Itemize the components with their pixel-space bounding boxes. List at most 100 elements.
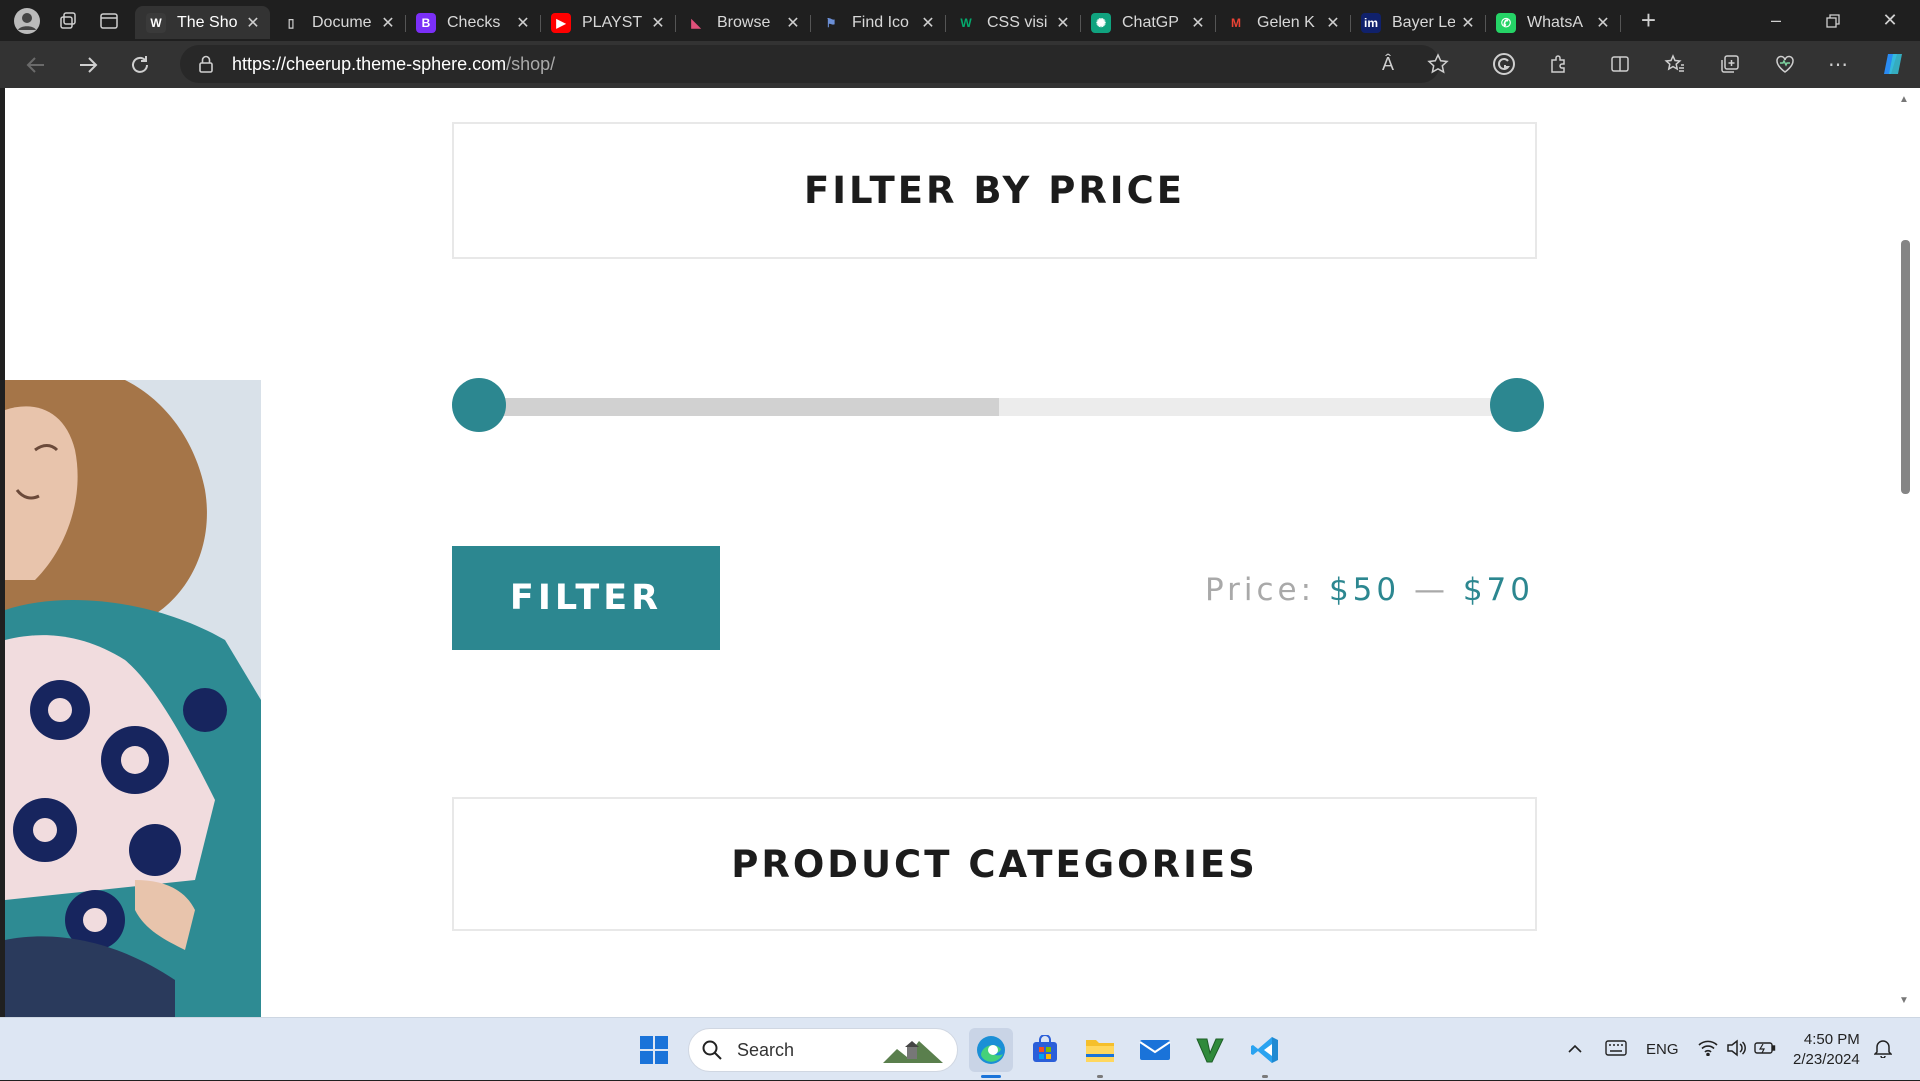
extensions-icon[interactable] [1539,44,1579,84]
show-hidden-icons-chevron-icon[interactable] [1560,1041,1590,1058]
url-path: /shop/ [506,53,556,74]
lock-icon[interactable] [180,55,232,73]
language-indicator[interactable]: ENG [1646,1041,1686,1058]
bootstrap-icon: B [416,12,436,33]
new-tab-button[interactable]: + [1628,0,1669,41]
browser-tab[interactable]: im Bayer Le ✕ [1350,6,1486,39]
close-tab-icon[interactable]: ✕ [1054,13,1072,33]
close-tab-icon[interactable]: ✕ [1324,13,1342,33]
notification-bell-icon[interactable] [1873,1038,1893,1063]
browser-tab-label: Bayer Le [1392,13,1455,31]
tab-bar: W The Sho ✕ ▯ Docume ✕ B Checks ✕ ▶ PLAYST ✕ ◣ Browse… [0,0,1920,41]
microsoft-store-icon[interactable] [1023,1028,1067,1072]
browser-tab[interactable]: ✆ WhatsA ✕ [1485,6,1621,39]
filter-by-price-heading-box: FILTER BY PRICE [452,122,1537,259]
system-clock[interactable]: 4:50 PM 2/23/2024 [1793,1030,1860,1070]
slider-max-handle[interactable] [1490,378,1544,432]
profile-avatar-icon[interactable] [6,0,47,41]
file-explorer-icon[interactable] [1078,1028,1122,1072]
close-tab-icon[interactable]: ✕ [1459,13,1477,33]
product-categories-heading: PRODUCT CATEGORIES [731,842,1258,886]
back-button[interactable] [10,45,62,85]
collections-icon[interactable] [1710,44,1750,84]
browser-tab[interactable]: ✺ ChatGP ✕ [1080,6,1216,39]
clock-time: 4:50 PM [1803,1031,1860,1048]
taskbar: Search ENG 4:50 PM 2/23/2024 [0,1017,1920,1080]
restore-button[interactable] [1805,0,1861,41]
close-tab-icon[interactable]: ✕ [379,13,397,33]
whatsapp-icon: ✆ [1496,12,1516,33]
wifi-icon[interactable] [1698,1040,1718,1060]
close-tab-icon[interactable]: ✕ [1594,13,1612,33]
close-tab-icon[interactable]: ✕ [919,13,937,33]
close-tab-icon[interactable]: ✕ [514,13,532,33]
search-highlight-landscape-icon [883,1041,943,1063]
volume-icon[interactable] [1726,1038,1746,1061]
grammarly-icon[interactable] [1484,44,1524,84]
browser-tab[interactable]: W CSS visi ✕ [945,6,1081,39]
taskbar-search-box[interactable]: Search [688,1028,958,1072]
browse-icon: ◣ [691,15,701,30]
more-options-icon[interactable]: ⋯ [1818,44,1858,84]
browser-tab[interactable]: B Checks ✕ [405,6,541,39]
browser-tab-label: The Sho [177,13,238,31]
favorite-star-icon[interactable] [1418,44,1458,84]
browser-tab-label: WhatsA [1527,13,1584,31]
search-icon [702,1040,722,1060]
refresh-button[interactable] [114,45,166,85]
file-explorer-indicator [1097,1075,1103,1078]
filter-button[interactable]: FILTER [452,546,720,650]
browser-tab[interactable]: ▶ PLAYST ✕ [540,6,676,39]
browser-tab[interactable]: W The Sho ✕ [135,6,270,39]
workspaces-icon[interactable] [47,0,88,41]
flag-icon: ⚑ [825,15,837,30]
mail-icon[interactable] [1133,1028,1177,1072]
close-tab-icon[interactable]: ✕ [244,13,262,33]
page-scrollbar[interactable] [1900,88,1920,1017]
close-tab-icon[interactable]: ✕ [649,13,667,33]
scroll-down-arrow[interactable]: ▼ [1899,995,1911,1006]
wordpress-icon: W [146,12,166,33]
web-page: FILTER BY PRICE FILTER Price: $50 — $70 … [5,88,1900,1017]
browser-tab-label: Gelen K [1257,13,1315,31]
product-categories-heading-box: PRODUCT CATEGORIES [452,797,1537,931]
browser-tab[interactable]: ⚑ Find Ico ✕ [810,6,946,39]
browser-tab[interactable]: ▯ Docume ✕ [270,6,406,39]
slider-min-handle[interactable] [452,378,506,432]
tab-actions-icon[interactable] [88,0,129,41]
browser-tab-label: ChatGP [1122,13,1179,31]
split-screen-icon[interactable] [1600,44,1640,84]
active-app-indicator [981,1075,1001,1078]
scrollbar-thumb[interactable] [1901,240,1910,494]
browser-tab-label: Browse [717,13,771,31]
price-range-slider [452,378,1544,432]
slider-track-filled [479,398,999,416]
close-tab-icon[interactable]: ✕ [1189,13,1207,33]
browser-tab[interactable]: ◣ Browse ✕ [675,6,811,39]
battery-icon[interactable] [1754,1041,1776,1059]
scroll-up-arrow[interactable]: ▲ [1899,94,1911,105]
edge-browser-taskbar-icon[interactable] [969,1028,1013,1072]
read-aloud-icon[interactable]: Â [1368,44,1408,84]
vscode-icon[interactable] [1243,1028,1287,1072]
forward-button[interactable] [62,45,114,85]
bayer-icon: im [1361,12,1381,33]
clock-date: 2/23/2024 [1793,1051,1860,1068]
filter-by-price-heading: FILTER BY PRICE [803,169,1186,212]
price-max-value: $70 [1462,572,1534,608]
start-windows-icon[interactable] [632,1028,676,1072]
url-field[interactable]: https://cheerup.theme-sphere.com/shop/ [180,45,1440,83]
youtube-icon: ▶ [551,12,571,33]
vim-icon[interactable] [1188,1028,1232,1072]
favorites-icon[interactable] [1655,44,1695,84]
system-tray: ENG [1560,1018,1776,1081]
keyboard-icon[interactable] [1598,1039,1634,1060]
close-tab-icon[interactable]: ✕ [784,13,802,33]
taskbar-search-placeholder: Search [737,1039,795,1060]
close-window-button[interactable]: ✕ [1862,0,1918,41]
copilot-icon[interactable] [1873,44,1913,84]
browser-essentials-icon[interactable] [1765,44,1805,84]
browser-tab[interactable]: M Gelen K ✕ [1215,6,1351,39]
minimize-button[interactable]: – [1748,0,1804,41]
browser-tab-label: PLAYST [582,13,643,31]
